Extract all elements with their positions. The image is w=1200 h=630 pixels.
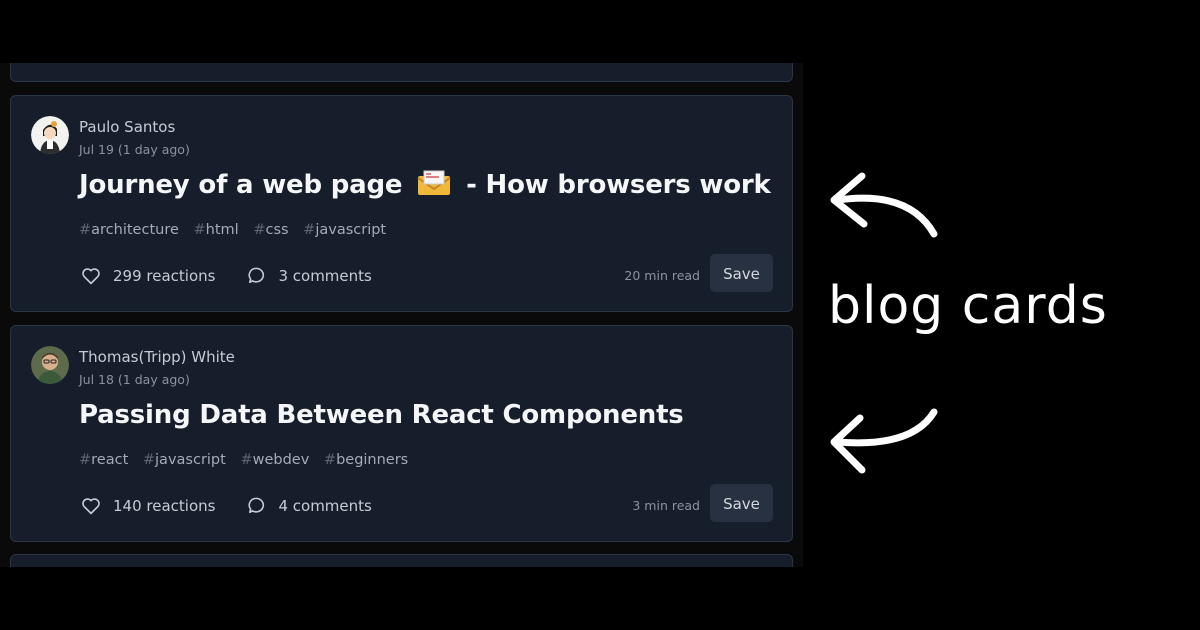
tag-list: #architecture #html #css #javascript [79,222,396,238]
author-name[interactable]: Paulo Santos [79,118,175,136]
post-title[interactable]: Journey of a web page - How browsers wor… [79,170,771,203]
comment-icon [248,497,265,514]
previous-card-partial[interactable] [10,63,793,82]
arrow-pointing-left-icon [830,172,938,238]
save-button[interactable]: Save [710,484,773,522]
post-date[interactable]: Jul 19 (1 day ago) [79,142,190,157]
tag-list: #react #javascript #webdev #beginners [79,452,418,468]
stage: Paulo Santos Jul 19 (1 day ago) Journey … [0,0,1200,630]
tag-link[interactable]: #react [79,452,128,468]
reactions-count: 140 reactions [113,496,216,515]
read-time: 3 min read [632,498,700,513]
comments-button[interactable]: 3 comments [245,262,373,289]
author-name[interactable]: Thomas(Tripp) White [79,348,235,366]
tag-link[interactable]: #beginners [324,452,408,468]
heart-icon [82,267,100,284]
arrow-pointing-left-icon [830,408,938,474]
avatar[interactable] [31,346,69,384]
engagement-row: 299 reactions 3 comments [79,262,402,289]
post-date[interactable]: Jul 18 (1 day ago) [79,372,190,387]
post-title[interactable]: Passing Data Between React Components [79,400,684,430]
blog-card[interactable]: Paulo Santos Jul 19 (1 day ago) Journey … [10,95,793,312]
avatar[interactable] [31,116,69,154]
annotation-label: blog cards [828,276,1108,336]
reactions-button[interactable]: 140 reactions [79,493,217,519]
tag-link[interactable]: #javascript [303,222,386,238]
comment-icon [248,267,265,284]
post-title-suffix: - How browsers work [466,170,771,200]
feed-screenshot: Paulo Santos Jul 19 (1 day ago) Journey … [0,63,803,567]
post-title-text: Journey of a web page [79,170,403,200]
envelope-emoji-icon [417,170,451,203]
comments-count: 3 comments [278,266,372,285]
read-time: 20 min read [624,268,700,283]
next-card-partial[interactable] [10,554,793,567]
save-button[interactable]: Save [710,254,773,292]
reactions-button[interactable]: 299 reactions [79,263,217,289]
tag-link[interactable]: #html [194,222,239,238]
comments-count: 4 comments [278,496,372,515]
tag-link[interactable]: #architecture [79,222,179,238]
engagement-row: 140 reactions 4 comments [79,492,402,519]
blog-card[interactable]: Thomas(Tripp) White Jul 18 (1 day ago) P… [10,325,793,542]
heart-icon [82,497,100,514]
tag-link[interactable]: #css [253,222,288,238]
comments-button[interactable]: 4 comments [245,492,373,519]
tag-link[interactable]: #webdev [240,452,309,468]
tag-link[interactable]: #javascript [143,452,226,468]
reactions-count: 299 reactions [113,266,216,285]
